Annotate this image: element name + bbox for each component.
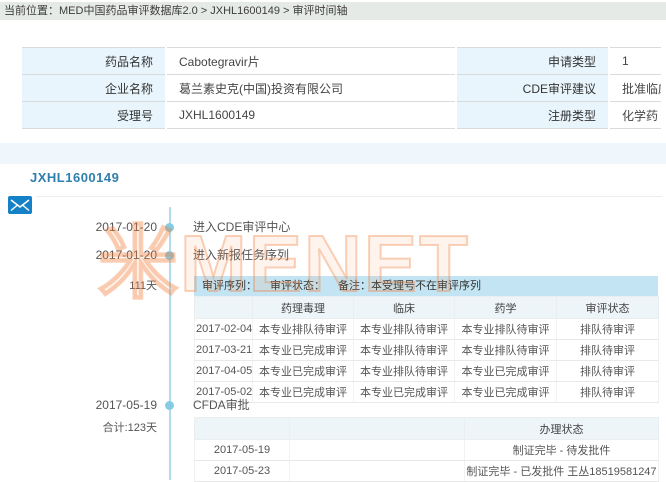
duration-label: 111天 bbox=[0, 278, 157, 294]
col-header-empty bbox=[290, 418, 465, 440]
cde-suggestion-value: 批准临床 bbox=[609, 75, 661, 102]
timeline-date: 2017-01-20 bbox=[0, 246, 157, 264]
review-status-label: 审评状态： bbox=[270, 280, 325, 292]
cell-review-status: 排队待审评 bbox=[557, 382, 659, 403]
cell-handling-status: 制证完毕 - 已发批件 王丛18519581247 bbox=[465, 461, 659, 482]
cell-clinical: 本专业排队待审评 bbox=[354, 319, 455, 340]
drug-info-table: 药品名称 Cabotegravir片 申请类型 1 企业名称 葛兰素史克(中国)… bbox=[20, 47, 661, 129]
col-header-review-status: 审评状态 bbox=[557, 297, 659, 319]
mail-icon[interactable] bbox=[8, 196, 32, 214]
timeline-event-label: 进入CDE审评中心 bbox=[193, 218, 290, 236]
col-header-handling-status: 办理状态 bbox=[465, 418, 659, 440]
timeline-line bbox=[169, 207, 171, 480]
cell-date: 2017-05-19 bbox=[195, 440, 290, 461]
col-header-date bbox=[195, 297, 253, 319]
cell-handling-status: 制证完毕 - 待发批件 bbox=[465, 440, 659, 461]
breadcrumb[interactable]: 当前位置：MED中国药品审评数据库2.0 > JXHL1600149 > 审评时… bbox=[0, 2, 666, 20]
review-sequence-panel: 审评序列： 审评状态： 备注：本受理号不在审评序列 药理毒理 临床 药学 审评状态 … bbox=[194, 276, 658, 403]
table-header-row: 药理毒理 临床 药学 审评状态 bbox=[195, 297, 659, 319]
cell-review-status: 排队待审评 bbox=[557, 319, 659, 340]
cell-pharmacy: 本专业已完成审评 bbox=[455, 361, 557, 382]
acceptance-no-label: 受理号 bbox=[21, 102, 166, 129]
cell-pharmacy: 本专业排队待审评 bbox=[455, 340, 557, 361]
page-title: JXHL1600149 bbox=[30, 170, 119, 185]
cell-date: 2017-05-23 bbox=[195, 461, 290, 482]
table-row: 2017-05-19 制证完毕 - 待发批件 bbox=[195, 440, 659, 461]
drug-name-value: Cabotegravir片 bbox=[166, 48, 456, 75]
review-seq-label: 审评序列： bbox=[202, 280, 257, 292]
cell-date: 2017-02-04 bbox=[195, 319, 253, 340]
timeline-date: 2017-05-19 bbox=[0, 396, 157, 414]
table-row: 2017-05-23 制证完毕 - 已发批件 王丛18519581247 bbox=[195, 461, 659, 482]
col-header-clinical: 临床 bbox=[354, 297, 455, 319]
cell-pharmtox: 本专业已完成审评 bbox=[253, 340, 354, 361]
review-timeline-page: 当前位置：MED中国药品审评数据库2.0 > JXHL1600149 > 审评时… bbox=[0, 0, 666, 482]
timeline-event-label: CFDA审批 bbox=[193, 396, 250, 414]
cell-date: 2017-04-05 bbox=[195, 361, 253, 382]
approval-status-table: 办理状态 2017-05-19 制证完毕 - 待发批件 2017-05-23 制… bbox=[194, 417, 659, 482]
cell-date: 2017-03-21 bbox=[195, 340, 253, 361]
cell-empty bbox=[290, 461, 465, 482]
col-header-date bbox=[195, 418, 290, 440]
timeline-dot-icon bbox=[165, 251, 174, 260]
divider bbox=[36, 196, 662, 197]
timeline-event-label: 进入新报任务序列 bbox=[193, 246, 289, 264]
table-row: 2017-04-05 本专业已完成审评 本专业排队待审评 本专业已完成审评 排队… bbox=[195, 361, 659, 382]
cell-clinical: 本专业已完成审评 bbox=[354, 382, 455, 403]
col-header-pharmtox: 药理毒理 bbox=[253, 297, 354, 319]
cell-pharmtox: 本专业排队待审评 bbox=[253, 319, 354, 340]
approval-status-panel: 办理状态 2017-05-19 制证完毕 - 待发批件 2017-05-23 制… bbox=[194, 417, 658, 482]
timeline-dot-icon bbox=[165, 401, 174, 410]
cell-pharmtox: 本专业已完成审评 bbox=[253, 361, 354, 382]
table-row: 2017-03-21 本专业已完成审评 本专业排队待审评 本专业排队待审评 排队… bbox=[195, 340, 659, 361]
table-row: 受理号 JXHL1600149 注册类型 化学药 bbox=[21, 102, 661, 129]
cell-pharmtox: 本专业已完成审评 bbox=[253, 382, 354, 403]
acceptance-no-value: JXHL1600149 bbox=[166, 102, 456, 129]
application-type-label: 申请类型 bbox=[456, 48, 609, 75]
cell-pharmacy: 本专业已完成审评 bbox=[455, 382, 557, 403]
cell-clinical: 本专业排队待审评 bbox=[354, 361, 455, 382]
company-name-label: 企业名称 bbox=[21, 75, 166, 102]
registration-type-label: 注册类型 bbox=[456, 102, 609, 129]
registration-type-value: 化学药 bbox=[609, 102, 661, 129]
cell-review-status: 排队待审评 bbox=[557, 361, 659, 382]
table-row: 企业名称 葛兰素史克(中国)投资有限公司 CDE审评建议 批准临床 bbox=[21, 75, 661, 102]
cell-empty bbox=[290, 440, 465, 461]
application-type-value: 1 bbox=[609, 48, 661, 75]
cde-suggestion-label: CDE审评建议 bbox=[456, 75, 609, 102]
review-note-label: 备注：本受理号不在审评序列 bbox=[338, 280, 481, 292]
table-row: 2017-05-02 本专业已完成审评 本专业已完成审评 本专业已完成审评 排队… bbox=[195, 382, 659, 403]
timeline-date: 2017-01-20 bbox=[0, 218, 157, 236]
review-sequence-table: 药理毒理 临床 药学 审评状态 2017-02-04 本专业排队待审评 本专业排… bbox=[194, 296, 659, 403]
section-divider-band bbox=[0, 143, 666, 164]
col-header-pharmacy: 药学 bbox=[455, 297, 557, 319]
cell-pharmacy: 本专业排队待审评 bbox=[455, 319, 557, 340]
table-row: 2017-02-04 本专业排队待审评 本专业排队待审评 本专业排队待审评 排队… bbox=[195, 319, 659, 340]
table-header-row: 办理状态 bbox=[195, 418, 659, 440]
drug-name-label: 药品名称 bbox=[21, 48, 166, 75]
table-row: 药品名称 Cabotegravir片 申请类型 1 bbox=[21, 48, 661, 75]
timeline-dot-icon bbox=[165, 223, 174, 232]
company-name-value: 葛兰素史克(中国)投资有限公司 bbox=[166, 75, 456, 102]
cell-review-status: 排队待审评 bbox=[557, 340, 659, 361]
total-duration-label: 合计:123天 bbox=[0, 420, 157, 436]
review-sequence-header: 审评序列： 审评状态： 备注：本受理号不在审评序列 bbox=[194, 276, 658, 296]
cell-clinical: 本专业排队待审评 bbox=[354, 340, 455, 361]
